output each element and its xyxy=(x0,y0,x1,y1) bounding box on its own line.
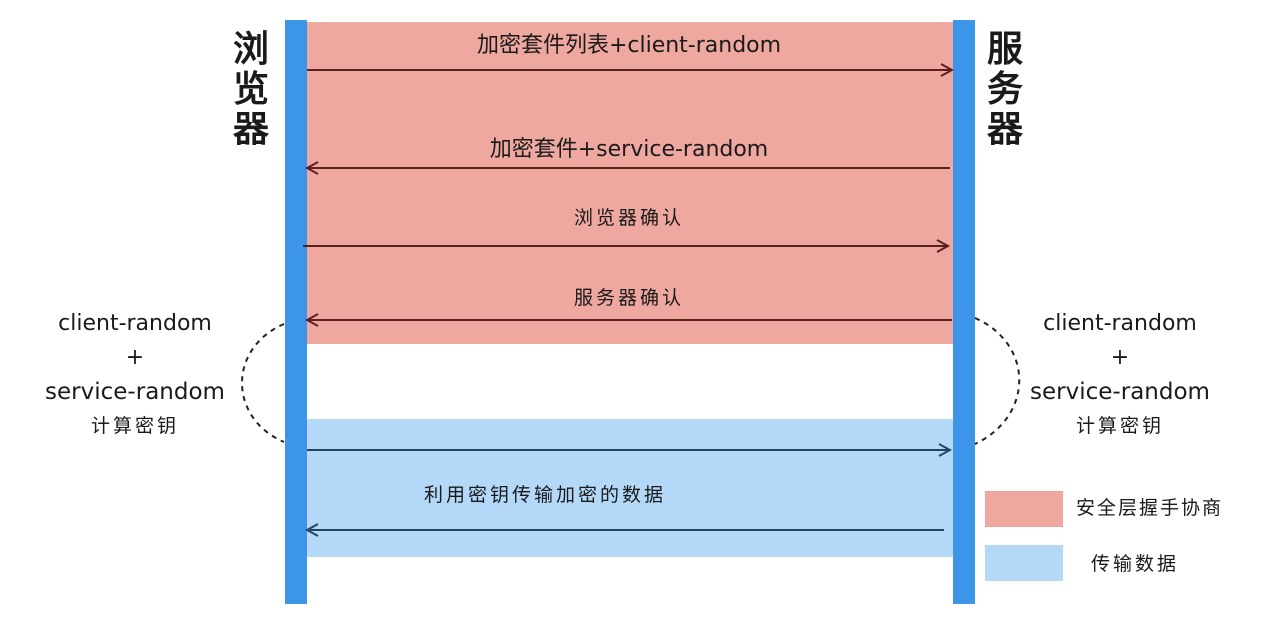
legend-label-data: 传输数据 xyxy=(1091,553,1180,575)
left-calc-client-random: client-random xyxy=(58,311,212,336)
right-key-calculation: client-random + service-random 计算密钥 xyxy=(1005,307,1235,443)
left-calc-service-random: service-random xyxy=(45,379,225,405)
message-browser-confirm: 浏览器确认 xyxy=(573,207,684,229)
left-key-calculation: client-random + service-random 计算密钥 xyxy=(20,307,250,443)
message-client-hello: 加密套件列表+client-random xyxy=(476,33,782,58)
legend-label-handshake: 安全层握手协商 xyxy=(1076,497,1224,519)
message-encrypted-data: 利用密钥传输加密的数据 xyxy=(424,484,667,506)
legend-swatch-handshake xyxy=(985,491,1063,527)
right-calc-service-random: service-random xyxy=(1030,379,1210,405)
right-calc-plus: + xyxy=(1110,345,1130,370)
left-calc-compute-key: 计算密钥 xyxy=(90,415,179,437)
left-calc-plus: + xyxy=(125,345,145,370)
message-server-confirm: 服务器确认 xyxy=(573,287,684,309)
right-calc-compute-key: 计算密钥 xyxy=(1075,415,1164,437)
right-calc-client-random: client-random xyxy=(1043,311,1197,336)
message-server-hello: 加密套件+service-random xyxy=(489,137,769,162)
legend-swatch-data xyxy=(985,545,1063,581)
